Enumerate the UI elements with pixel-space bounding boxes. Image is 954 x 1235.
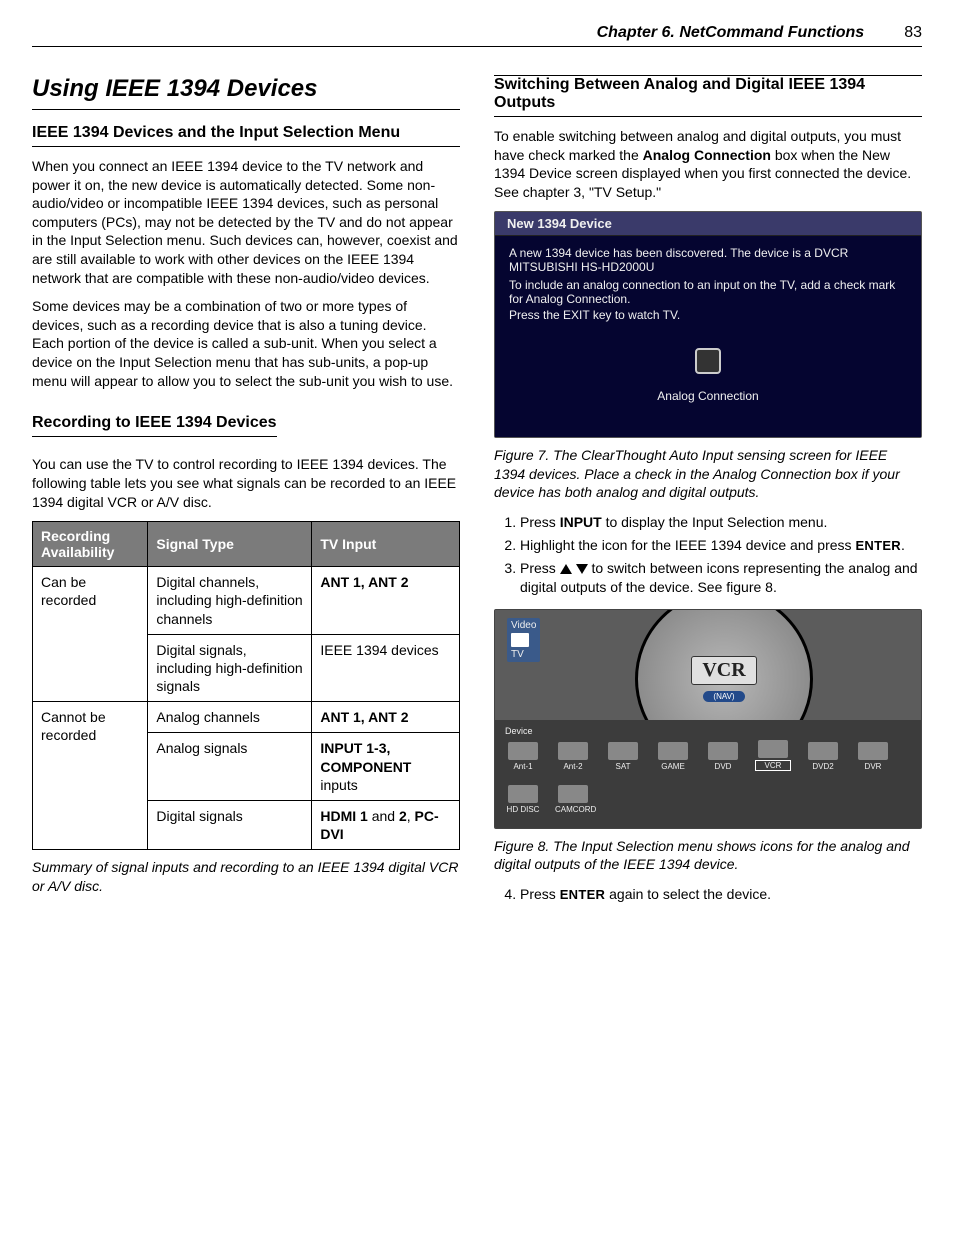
list-item: Press INPUT to display the Input Selecti… bbox=[520, 513, 922, 532]
device-icon[interactable]: DVR bbox=[855, 742, 891, 771]
device-icon[interactable]: GAME bbox=[655, 742, 691, 771]
table-cell: IEEE 1394 devices bbox=[312, 634, 460, 702]
table-cell: INPUT 1-3, COMPONENT inputs bbox=[312, 733, 460, 801]
device-icon[interactable]: CAMCORD bbox=[555, 785, 591, 814]
paragraph: When you connect an IEEE 1394 device to … bbox=[32, 157, 460, 287]
steps-list: Press INPUT to display the Input Selecti… bbox=[494, 513, 922, 597]
fig7-text: Press the EXIT key to watch TV. bbox=[509, 308, 907, 322]
figure-7-screenshot: New 1394 Device A new 1394 device has be… bbox=[494, 211, 922, 438]
page-header: Chapter 6. NetCommand Functions 83 bbox=[32, 24, 922, 47]
device-icon[interactable]: SAT bbox=[605, 742, 641, 771]
paragraph: You can use the TV to control recording … bbox=[32, 455, 460, 511]
table-cell: Analog channels bbox=[148, 702, 312, 733]
list-item: Press ENTER again to select the device. bbox=[520, 885, 922, 904]
subheading-switching: Switching Between Analog and Digital IEE… bbox=[494, 76, 922, 117]
figure-8-screenshot: Video TV VCR (NAV) Device Ant-1 Ant-2 SAT G… bbox=[494, 609, 922, 829]
left-column: Using IEEE 1394 Devices IEEE 1394 Device… bbox=[32, 75, 460, 912]
table-cell: ANT 1, ANT 2 bbox=[312, 702, 460, 733]
fig8-video-label: Video TV bbox=[507, 618, 540, 662]
page-number: 83 bbox=[904, 24, 922, 42]
table-cell: Can be recorded bbox=[33, 567, 148, 702]
table-cell: ANT 1, ANT 2 bbox=[312, 567, 460, 635]
table-cell: Digital signals, including high-definiti… bbox=[148, 634, 312, 702]
table-cell: Digital signals bbox=[148, 801, 312, 850]
down-arrow-icon bbox=[576, 564, 588, 574]
table-header: Signal Type bbox=[148, 522, 312, 567]
list-item: Press to switch between icons representi… bbox=[520, 559, 922, 597]
paragraph: Some devices may be a combination of two… bbox=[32, 297, 460, 390]
fig8-navy-label: (NAV) bbox=[703, 691, 744, 702]
paragraph: To enable switching between analog and d… bbox=[494, 127, 922, 201]
device-icon[interactable]: HD DISC bbox=[505, 785, 541, 814]
figure-8-caption: Figure 8. The Input Selection menu shows… bbox=[494, 837, 922, 873]
table-caption: Summary of signal inputs and recording t… bbox=[32, 858, 460, 894]
up-arrow-icon bbox=[560, 564, 572, 574]
device-icon[interactable]: DVD2 bbox=[805, 742, 841, 771]
chapter-title: Chapter 6. NetCommand Functions bbox=[597, 24, 865, 42]
table-cell: Digital channels, including high-definit… bbox=[148, 567, 312, 635]
device-icon[interactable]: VCR bbox=[755, 740, 791, 771]
table-header: Recording Availability bbox=[33, 522, 148, 567]
device-icon[interactable]: DVD bbox=[705, 742, 741, 771]
table-header: TV Input bbox=[312, 522, 460, 567]
fig8-vcr-label: VCR bbox=[691, 656, 756, 685]
analog-connection-checkbox[interactable] bbox=[695, 348, 721, 374]
fig8-device-label: Device bbox=[505, 726, 911, 736]
list-item: Highlight the icon for the IEEE 1394 dev… bbox=[520, 536, 922, 555]
table-cell: HDMI 1 and 2, PC-DVI bbox=[312, 801, 460, 850]
right-column: Switching Between Analog and Digital IEE… bbox=[494, 75, 922, 912]
table-cell: Cannot be recorded bbox=[33, 702, 148, 850]
figure-7-caption: Figure 7. The ClearThought Auto Input se… bbox=[494, 446, 922, 501]
subheading-recording: Recording to IEEE 1394 Devices bbox=[32, 414, 277, 437]
steps-list-continued: Press ENTER again to select the device. bbox=[494, 885, 922, 904]
section-title: Using IEEE 1394 Devices bbox=[32, 75, 460, 110]
fig7-titlebar: New 1394 Device bbox=[495, 212, 921, 236]
signal-table: Recording Availability Signal Type TV In… bbox=[32, 521, 460, 850]
analog-connection-label: Analog Connection bbox=[509, 389, 907, 403]
device-icon[interactable]: Ant-1 bbox=[505, 742, 541, 771]
table-cell: Analog signals bbox=[148, 733, 312, 801]
fig7-text: A new 1394 device has been discovered. T… bbox=[509, 246, 907, 274]
subheading-input-selection: IEEE 1394 Devices and the Input Selectio… bbox=[32, 124, 460, 147]
device-icon[interactable]: Ant-2 bbox=[555, 742, 591, 771]
fig7-text: To include an analog connection to an in… bbox=[509, 278, 907, 306]
